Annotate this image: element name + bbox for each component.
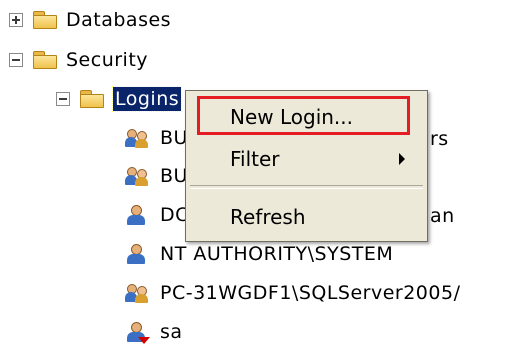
menu-item-filter[interactable]: Filter bbox=[186, 139, 427, 179]
menu-item-label: Filter bbox=[230, 147, 280, 171]
menu-item-refresh[interactable]: Refresh bbox=[186, 197, 427, 237]
folder-icon bbox=[80, 90, 104, 108]
login-item[interactable]: BU bbox=[125, 120, 188, 156]
tree-node-logins[interactable]: Logins bbox=[56, 81, 183, 117]
submenu-arrow-icon bbox=[399, 153, 405, 165]
node-label: Databases bbox=[66, 9, 172, 31]
collapse-minus-icon[interactable] bbox=[56, 92, 70, 106]
folder-icon bbox=[33, 11, 57, 29]
login-label: BU bbox=[160, 127, 188, 149]
node-label-selected: Logins bbox=[111, 86, 183, 112]
login-item[interactable]: PC-31WGDF1\SQLServer2005/ bbox=[125, 275, 460, 311]
occluded-label-fragment: rs bbox=[430, 128, 449, 150]
login-item[interactable]: sa bbox=[125, 314, 183, 350]
login-item[interactable]: DC bbox=[125, 197, 189, 233]
folder-icon bbox=[33, 51, 57, 69]
login-item[interactable]: BU bbox=[125, 158, 188, 194]
user-icon bbox=[125, 243, 149, 265]
occluded-label-fragment: an bbox=[430, 205, 455, 227]
node-label: Security bbox=[66, 49, 149, 71]
group-user-icon bbox=[125, 127, 149, 149]
tree-node-databases[interactable]: Databases bbox=[9, 2, 171, 38]
collapse-minus-icon[interactable] bbox=[9, 53, 23, 67]
menu-separator bbox=[190, 185, 423, 189]
menu-item-label: Refresh bbox=[230, 205, 306, 229]
tree-node-security[interactable]: Security bbox=[9, 42, 148, 78]
highlight-box bbox=[197, 96, 410, 135]
login-label: BU bbox=[160, 165, 188, 187]
group-user-icon bbox=[125, 165, 149, 187]
expand-plus-icon[interactable] bbox=[9, 13, 23, 27]
user-icon bbox=[125, 204, 149, 226]
disabled-user-icon bbox=[125, 321, 150, 344]
group-user-icon bbox=[125, 282, 149, 304]
login-label: NT AUTHORITY\SYSTEM bbox=[160, 243, 394, 265]
login-label: PC-31WGDF1\SQLServer2005/ bbox=[160, 282, 461, 304]
login-label: sa bbox=[160, 321, 183, 343]
